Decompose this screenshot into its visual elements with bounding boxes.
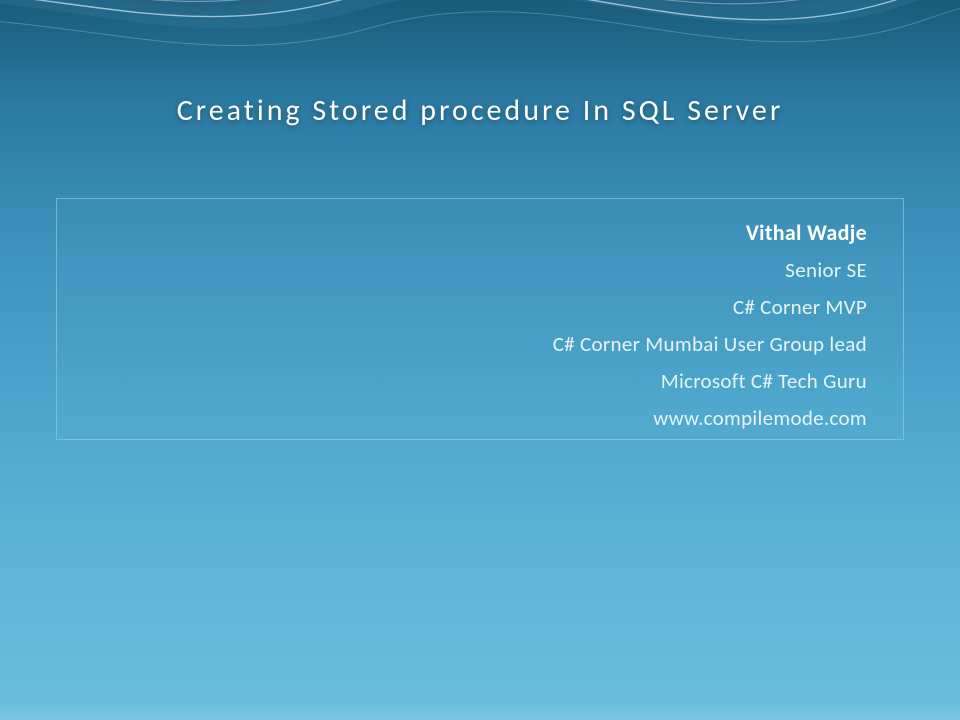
author-group-lead: C# Corner Mumbai User Group lead xyxy=(77,331,867,357)
author-title-mvp: C# Corner MVP xyxy=(77,294,867,320)
bottom-highlight-band xyxy=(0,704,960,720)
author-tech-guru: Microsoft C# Tech Guru xyxy=(77,368,867,394)
author-info-box: Vithal Wadje Senior SE C# Corner MVP C# … xyxy=(56,198,904,440)
author-role: Senior SE xyxy=(77,257,867,283)
slide-title: Creating Stored procedure In SQL Server xyxy=(0,92,960,129)
author-website: www.compilemode.com xyxy=(77,405,867,431)
decorative-wave-bg xyxy=(0,0,960,180)
author-name: Vithal Wadje xyxy=(77,219,867,246)
